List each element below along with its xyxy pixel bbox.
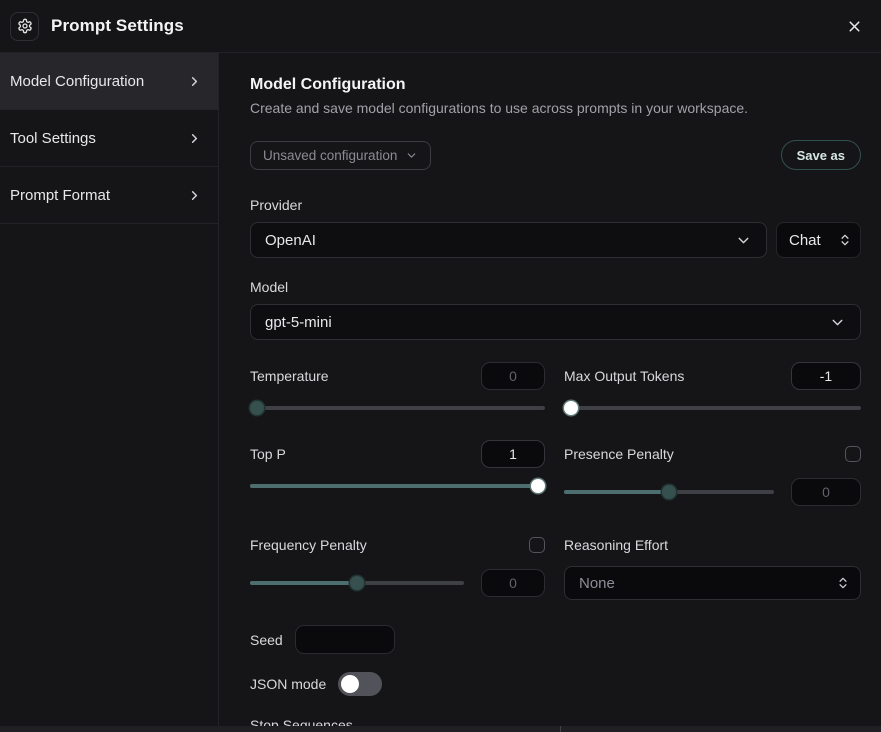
chevron-down-icon xyxy=(829,314,846,331)
frequency-penalty-checkbox[interactable] xyxy=(529,537,545,553)
provider-label: Provider xyxy=(250,197,861,213)
top-p-slider-handle[interactable] xyxy=(531,479,545,493)
chevrons-up-down-icon xyxy=(836,576,850,590)
frequency-penalty-slider-handle[interactable] xyxy=(350,576,364,590)
max-output-tokens-slider-handle[interactable] xyxy=(564,401,578,415)
reasoning-effort-select[interactable]: None xyxy=(564,566,861,600)
configuration-dropdown[interactable]: Unsaved configuration xyxy=(250,141,431,170)
reasoning-effort-field: Reasoning Effort None xyxy=(564,531,861,600)
background-app-strip xyxy=(0,726,881,732)
presence-penalty-checkbox[interactable] xyxy=(845,446,861,462)
frequency-penalty-field: Frequency Penalty xyxy=(250,531,545,600)
presence-penalty-label: Presence Penalty xyxy=(564,446,674,462)
chevron-right-icon xyxy=(187,74,202,89)
json-mode-toggle[interactable] xyxy=(338,672,382,696)
dialog-header: Prompt Settings xyxy=(0,0,881,53)
configuration-dropdown-value: Unsaved configuration xyxy=(263,148,397,163)
close-icon xyxy=(846,18,863,35)
save-as-button[interactable]: Save as xyxy=(781,140,861,170)
model-label: Model xyxy=(250,279,861,295)
chevron-down-icon xyxy=(405,149,418,162)
sidebar-item-tool-settings[interactable]: Tool Settings xyxy=(0,110,218,167)
temperature-label: Temperature xyxy=(250,368,329,384)
temperature-slider-handle[interactable] xyxy=(250,401,264,415)
provider-select[interactable]: OpenAI xyxy=(250,222,767,258)
temperature-input[interactable] xyxy=(481,362,545,390)
sidebar-item-label: Tool Settings xyxy=(10,130,96,147)
presence-penalty-field: Presence Penalty xyxy=(564,440,861,506)
background-pane-divider xyxy=(560,726,561,732)
settings-sidebar: Model Configuration Tool Settings Prompt… xyxy=(0,53,219,726)
json-mode-label: JSON mode xyxy=(250,676,326,692)
panel-title: Model Configuration xyxy=(250,76,861,94)
stop-sequences-label: Stop Sequences xyxy=(250,717,861,726)
model-select[interactable]: gpt-5-mini xyxy=(250,304,861,340)
top-p-label: Top P xyxy=(250,446,286,462)
mode-value: Chat xyxy=(789,232,821,249)
dialog-title: Prompt Settings xyxy=(51,16,184,36)
provider-value: OpenAI xyxy=(265,232,316,249)
close-button[interactable] xyxy=(842,14,867,39)
presence-penalty-input[interactable] xyxy=(791,478,861,506)
chevron-right-icon xyxy=(187,188,202,203)
max-output-tokens-field: Max Output Tokens xyxy=(564,362,861,415)
sidebar-item-prompt-format[interactable]: Prompt Format xyxy=(0,167,218,224)
seed-label: Seed xyxy=(250,632,283,648)
settings-gear-button[interactable] xyxy=(10,12,39,41)
prompt-settings-dialog: Prompt Settings Model Configuration Tool… xyxy=(0,0,881,732)
max-output-tokens-slider[interactable] xyxy=(564,400,861,415)
chevron-right-icon xyxy=(187,131,202,146)
panel-subtitle: Create and save model configurations to … xyxy=(250,100,861,116)
toggle-knob xyxy=(341,675,359,693)
max-output-tokens-label: Max Output Tokens xyxy=(564,368,684,384)
temperature-field: Temperature xyxy=(250,362,545,415)
chevron-down-icon xyxy=(735,232,752,249)
presence-penalty-slider-handle[interactable] xyxy=(662,485,676,499)
frequency-penalty-label: Frequency Penalty xyxy=(250,537,367,553)
temperature-slider[interactable] xyxy=(250,400,545,415)
gear-icon xyxy=(17,18,33,34)
sidebar-item-model-configuration[interactable]: Model Configuration xyxy=(0,53,218,110)
top-p-input[interactable] xyxy=(481,440,545,468)
top-p-field: Top P xyxy=(250,440,545,506)
presence-penalty-slider[interactable] xyxy=(564,485,774,500)
frequency-penalty-input[interactable] xyxy=(481,569,545,597)
model-value: gpt-5-mini xyxy=(265,314,332,331)
reasoning-effort-value: None xyxy=(579,575,615,592)
frequency-penalty-slider[interactable] xyxy=(250,576,464,591)
sidebar-item-label: Prompt Format xyxy=(10,187,110,204)
max-output-tokens-input[interactable] xyxy=(791,362,861,390)
reasoning-effort-label: Reasoning Effort xyxy=(564,537,668,553)
mode-select[interactable]: Chat xyxy=(776,222,861,258)
model-configuration-panel: Model Configuration Create and save mode… xyxy=(219,53,881,726)
top-p-slider[interactable] xyxy=(250,478,545,493)
sidebar-item-label: Model Configuration xyxy=(10,73,144,90)
seed-input[interactable] xyxy=(295,625,395,654)
chevrons-up-down-icon xyxy=(838,233,852,247)
